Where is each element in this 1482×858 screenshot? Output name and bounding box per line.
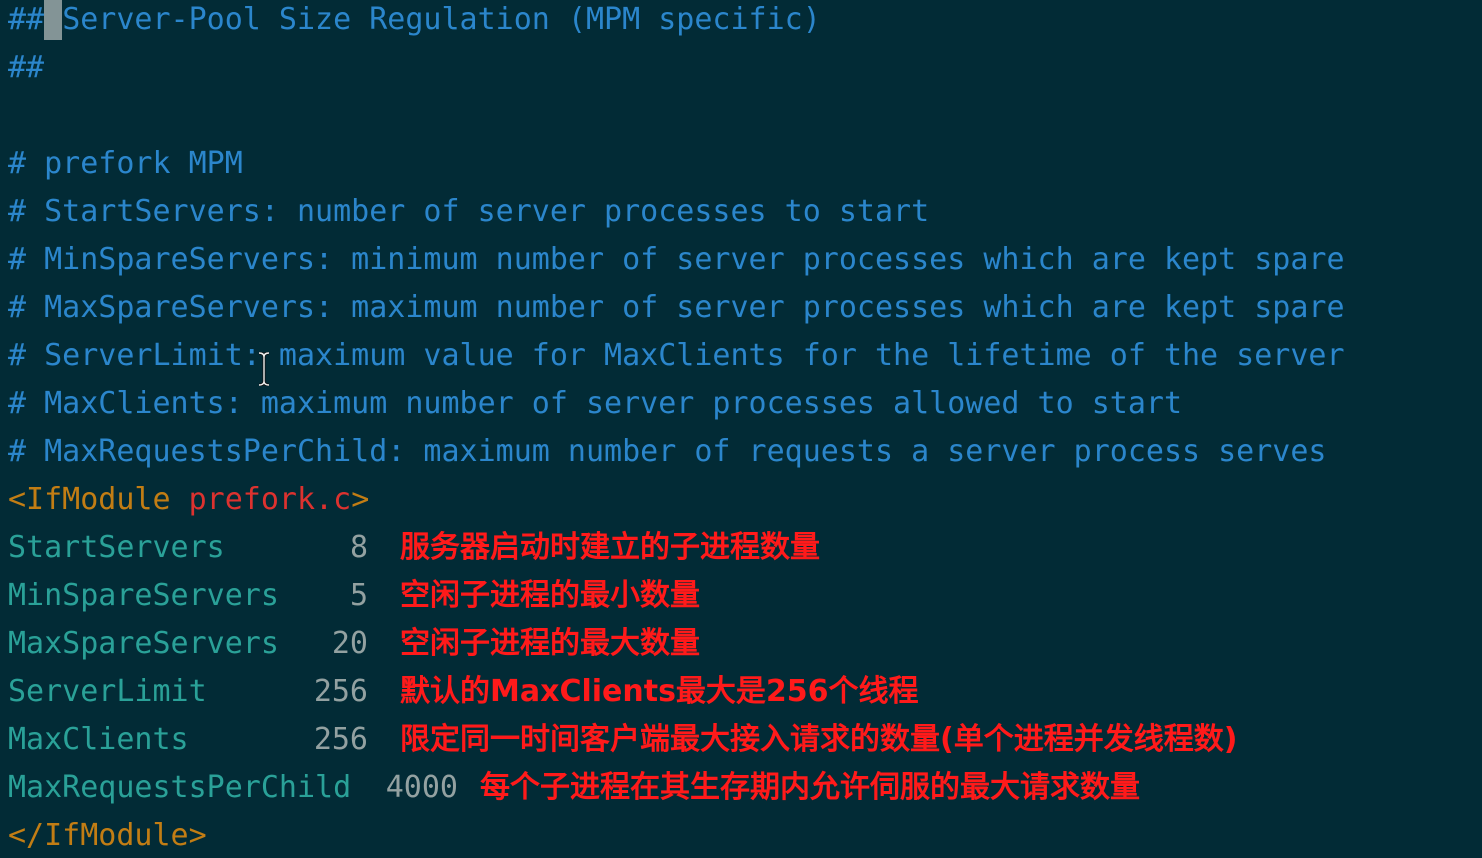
comment-line: # StartServers: number of server process… [8,194,930,229]
annotation-text: 空闲子进程的最小数量 [400,578,700,613]
comment-line: # MaxClients: maximum number of server p… [8,386,1182,421]
text-editor[interactable]: ## Server-Pool Size Regulation (MPM spec… [0,0,1482,858]
directive-value: 20 [331,626,368,661]
directive-value: 8 [349,530,368,565]
directive-value: 256 [313,674,368,709]
directive-name: MinSpareServers [8,578,279,613]
directive-value: 256 [313,722,368,757]
comment-line: # MaxRequestsPerChild: maximum number of… [8,434,1327,469]
directive-value: 5 [349,578,368,613]
comment-line: # MinSpareServers: minimum number of ser… [8,242,1345,277]
comment-line: ## [8,50,45,85]
section-title: Server-Pool Size Regulation (MPM specifi… [62,2,821,37]
tag-bracket: > [351,482,370,517]
tag-argument: prefork.c [188,482,352,517]
comment-line: # MaxSpareServers: maximum number of ser… [8,290,1345,325]
text-cursor-ibeam-icon [258,352,270,386]
comment-line: ## Server-Pool Size Regulation (MPM spec… [8,0,821,48]
annotation-text: 空闲子进程的最大数量 [400,626,700,661]
directive-name: ServerLimit [8,674,207,709]
ifmodule-open-tag: <IfModule prefork.c> [8,480,369,528]
annotation-text: 服务器启动时建立的子进程数量 [400,530,820,565]
directive-name: MaxSpareServers [8,626,279,661]
ifmodule-close-tag: </IfModule> [8,818,207,853]
comment-line: # prefork MPM [8,146,243,181]
directive-name: StartServers [8,530,225,565]
annotation-text: 每个子进程在其生存期内允许伺服的最大请求数量 [480,770,1140,805]
block-cursor [44,0,63,40]
tag-open: <IfModule [8,482,189,517]
comment-line: # ServerLimit: maximum value for MaxClie… [8,338,1345,373]
directive-value: 4000 [385,770,458,805]
annotation-text: 默认的MaxClients最大是256个线程 [400,674,919,709]
annotation-text: 限定同一时间客户端最大接入请求的数量(单个进程并发线程数) [400,722,1238,757]
directive-name: MaxClients [8,722,189,757]
directive-name: MaxRequestsPerChild [8,770,352,805]
